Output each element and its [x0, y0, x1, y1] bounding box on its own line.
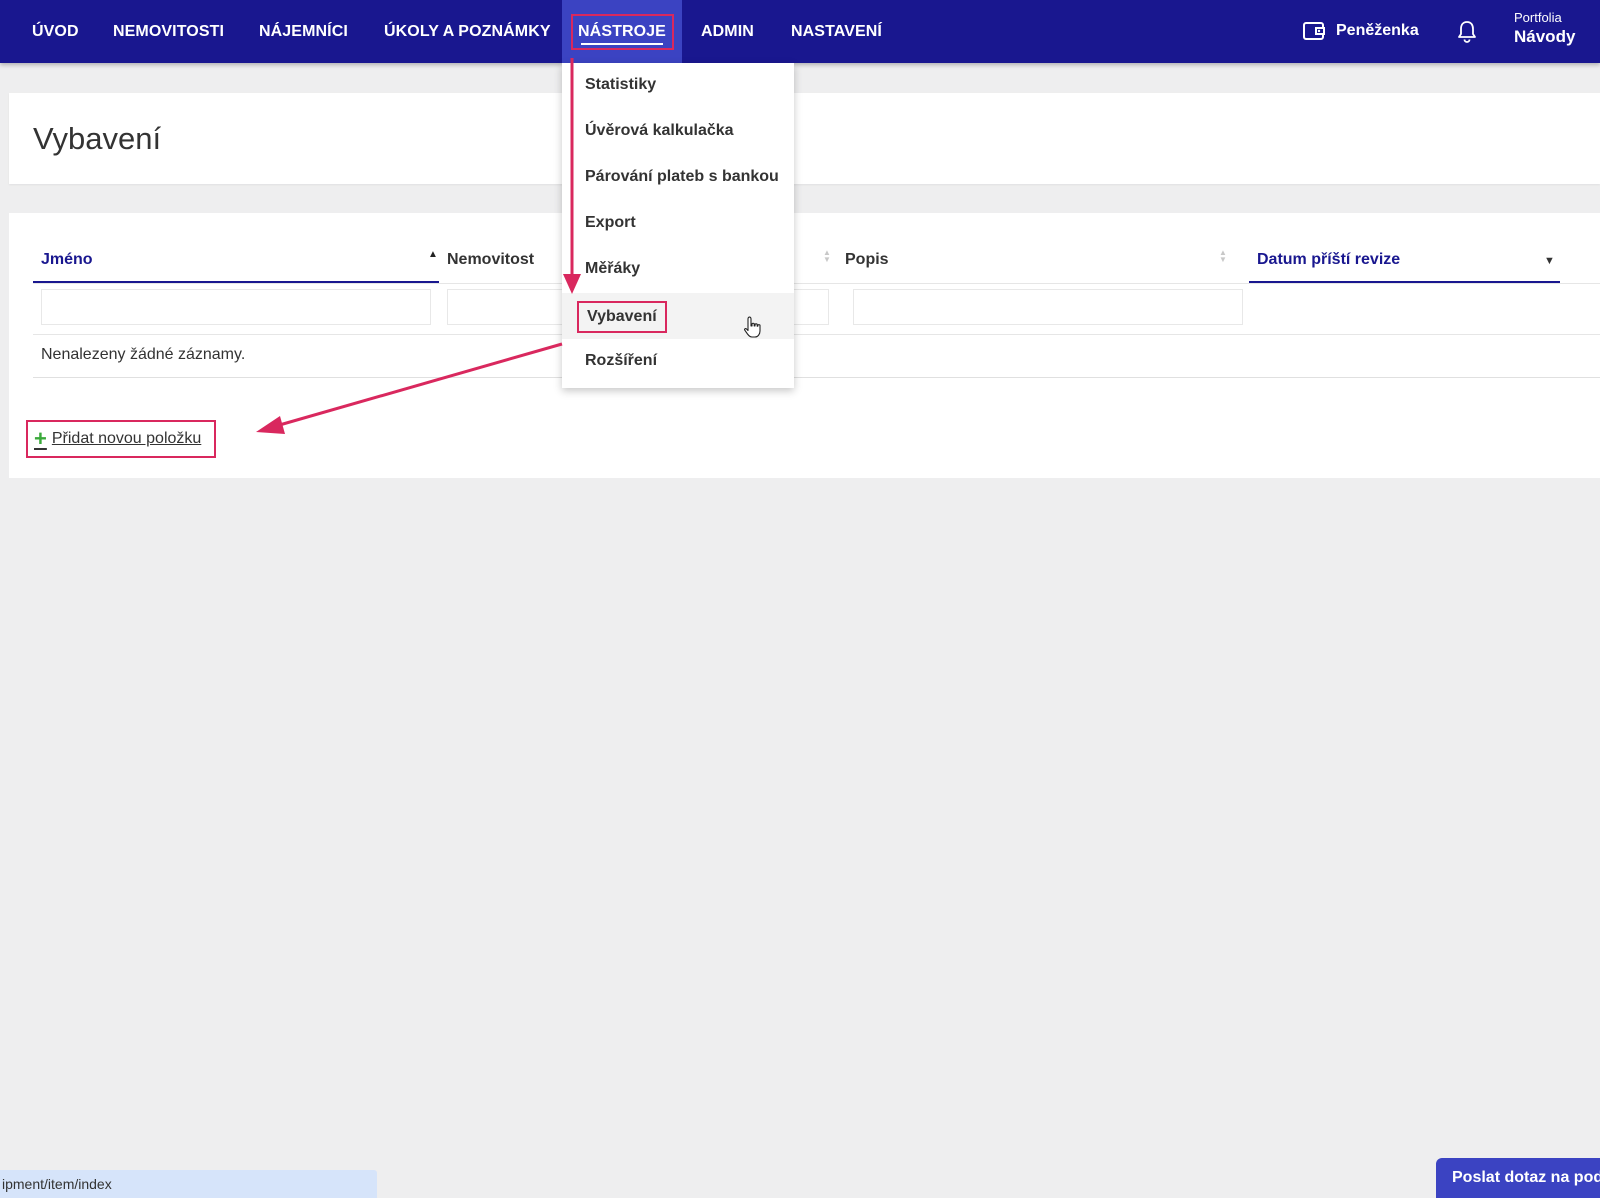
sort-asc-icon: ▲ — [428, 249, 438, 260]
nastroje-dropdown-menu: Statistiky Úvěrová kalkulačka Párování p… — [562, 63, 794, 388]
column-label-datum-revize: Datum příští revize — [1257, 251, 1401, 268]
nav-najemnici[interactable]: NÁJEMNÍCI — [259, 0, 348, 63]
menu-item-label: Úvěrová kalkulačka — [585, 122, 734, 139]
wallet-link[interactable]: Peněženka — [1302, 18, 1419, 44]
top-navigation: ÚVOD NEMOVITOSTI NÁJEMNÍCI ÚKOLY A POZNÁ… — [0, 0, 1600, 63]
column-header-jmeno[interactable]: Jméno ▲ — [33, 243, 439, 283]
filter-jmeno-input[interactable] — [41, 289, 431, 325]
menu-item-meraky[interactable]: Měřáky — [562, 247, 794, 293]
nav-nastroje[interactable]: NÁSTROJE — [562, 0, 682, 63]
equipment-table: Jméno ▲ Nemovitost ▲ ▼ Popis ▲ ▼ Datum pří… — [9, 213, 1600, 478]
filter-popis-input[interactable] — [853, 289, 1243, 325]
menu-item-label: Rozšíření — [585, 352, 658, 369]
bell-icon[interactable] — [1456, 20, 1478, 44]
nav-active-underline — [581, 43, 663, 45]
portfolio-switcher[interactable]: Portfolia Návody — [1514, 10, 1575, 47]
menu-item-label: Párování plateb s bankou — [585, 168, 779, 185]
column-header-datum-revize[interactable]: Datum příští revize ▼ — [1249, 243, 1560, 283]
add-item-button[interactable]: + Přidat novou položku — [26, 420, 216, 458]
wallet-label: Peněženka — [1336, 22, 1419, 39]
column-header-popis[interactable]: Popis ▲ ▼ — [837, 243, 1227, 283]
wallet-icon — [1303, 22, 1325, 40]
table-bottom-divider — [33, 377, 1600, 378]
nav-nastroje-label: NÁSTROJE — [578, 23, 666, 40]
nav-nastaveni[interactable]: NASTAVENÍ — [791, 0, 882, 63]
column-label-popis: Popis — [845, 251, 889, 268]
add-item-label: Přidat novou položku — [51, 430, 202, 447]
nav-admin[interactable]: ADMIN — [701, 0, 754, 63]
menu-item-export[interactable]: Export — [562, 201, 794, 247]
support-chat-button[interactable]: Poslat dotaz na podp — [1436, 1158, 1600, 1198]
column-label-jmeno: Jméno — [41, 251, 93, 268]
column-label-nemovitost: Nemovitost — [447, 251, 535, 268]
status-bar-url: ipment/item/index — [0, 1170, 377, 1198]
page-title: Vybavení — [33, 121, 162, 156]
menu-item-rozsireni[interactable]: Rozšíření — [562, 339, 794, 385]
sort-desc-icon: ▼ — [1544, 255, 1555, 267]
menu-item-parovani-plateb[interactable]: Párování plateb s bankou — [562, 155, 794, 201]
nav-uvod[interactable]: ÚVOD — [32, 0, 79, 63]
menu-item-label: Export — [585, 214, 636, 231]
menu-item-uverova-kalkulacka[interactable]: Úvěrová kalkulačka — [562, 109, 794, 155]
title-card: Vybavení — [9, 93, 1600, 184]
filter-divider — [33, 334, 1600, 335]
menu-item-label: Měřáky — [585, 260, 641, 277]
nav-nemovitosti[interactable]: NEMOVITOSTI — [113, 0, 224, 63]
portfolio-name: Návody — [1514, 27, 1576, 46]
sort-icon: ▲ ▼ — [823, 248, 831, 264]
menu-item-label: Statistiky — [585, 76, 657, 93]
empty-message: Nenalezeny žádné záznamy. — [41, 346, 246, 363]
menu-item-label: Vybavení — [577, 301, 667, 333]
sort-icon: ▲ ▼ — [1219, 248, 1227, 264]
portfolio-label: Portfolia — [1514, 10, 1562, 25]
menu-item-statistiky[interactable]: Statistiky — [562, 63, 794, 109]
hand-cursor-icon — [744, 316, 761, 338]
header-divider — [33, 283, 1600, 284]
plus-icon: + — [34, 426, 47, 451]
nav-ukoly[interactable]: ÚKOLY A POZNÁMKY — [384, 0, 551, 63]
